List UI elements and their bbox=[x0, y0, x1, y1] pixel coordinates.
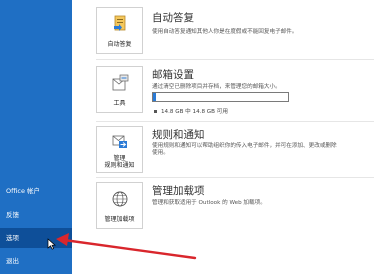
section-divider bbox=[96, 59, 374, 60]
bullet-icon bbox=[154, 109, 157, 113]
auto-reply-title: 自动答复 bbox=[152, 12, 194, 24]
mailbox-storage-fill bbox=[153, 93, 156, 101]
mailbox-tools-tile-label: 工具 bbox=[113, 100, 126, 107]
section-divider bbox=[96, 177, 374, 178]
manage-add-ins-title: 管理加载项 bbox=[152, 185, 205, 197]
manage-add-ins-description: 管理和获取适用于 Outlook 的 Web 加载项。 bbox=[152, 200, 266, 206]
manage-add-ins-tile-label: 管理加载项 bbox=[104, 216, 135, 223]
mailbox-settings-description: 通过清空已删除项目并存档，来管理您的邮箱大小。 bbox=[152, 84, 281, 90]
rules-alerts-icon bbox=[112, 135, 127, 148]
auto-reply-icon bbox=[114, 15, 126, 31]
mailbox-storage-bar bbox=[152, 92, 289, 102]
manage-rules-button[interactable]: 管理 规则和通知 bbox=[96, 126, 143, 173]
mailbox-storage-text: 14.8 GB 中 14.8 GB 可用 bbox=[161, 109, 228, 115]
nav-item-office-account[interactable]: Office 帐户 bbox=[0, 181, 72, 201]
mailbox-tools-button[interactable]: 工具 bbox=[96, 66, 143, 113]
rules-alerts-description-line1: 使用规则和通知可以帮助组织你的传入电子邮件，并可在添加、更改或删除 bbox=[152, 143, 337, 149]
mailbox-tools-icon bbox=[112, 74, 129, 91]
section-divider bbox=[96, 121, 374, 122]
manage-rules-label-line2: 规则和通知 bbox=[104, 162, 135, 169]
mouse-cursor-icon bbox=[47, 238, 56, 250]
rules-alerts-title: 规则和通知 bbox=[152, 129, 205, 141]
rules-alerts-description-line2: 使用。 bbox=[152, 150, 169, 156]
nav-item-feedback[interactable]: 反馈 bbox=[0, 205, 72, 225]
manage-rules-tile-label: 管理 规则和通知 bbox=[97, 155, 142, 169]
mailbox-settings-title: 邮箱设置 bbox=[152, 69, 194, 81]
auto-reply-button[interactable]: 自动答复 bbox=[96, 7, 143, 54]
mailbox-storage-info: 14.8 GB 中 14.8 GB 可用 bbox=[152, 108, 228, 116]
left-nav-pane: Office 帐户 反馈 选项 退出 bbox=[0, 0, 72, 274]
manage-rules-label-line1: 管理 bbox=[113, 155, 126, 162]
nav-item-options[interactable]: 选项 bbox=[0, 228, 72, 248]
nav-item-exit[interactable]: 退出 bbox=[0, 251, 72, 271]
auto-reply-tile-label: 自动答复 bbox=[107, 41, 132, 48]
manage-add-ins-button[interactable]: 管理加载项 bbox=[96, 182, 143, 229]
auto-reply-description: 使用自动答复通知其他人你是在度假或不能回复电子邮件。 bbox=[152, 29, 298, 35]
add-ins-globe-icon bbox=[112, 191, 128, 207]
